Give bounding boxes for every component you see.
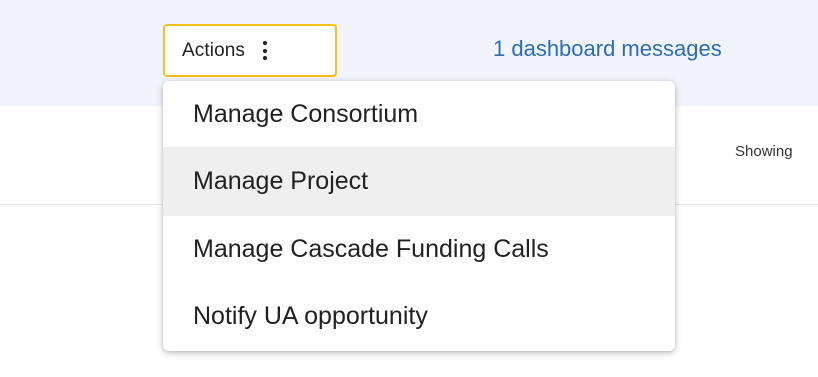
kebab-vertical-icon: [262, 41, 268, 60]
menu-item-manage-cascade-funding-calls[interactable]: Manage Cascade Funding Calls: [163, 216, 675, 283]
actions-dropdown-menu: Manage Consortium Manage Project Manage …: [163, 81, 675, 351]
showing-results-text: Showing: [735, 143, 793, 160]
actions-button-label: Actions: [182, 39, 246, 61]
actions-button[interactable]: Actions: [163, 24, 337, 77]
page: Actions 1 dashboard messages Showing Man…: [0, 0, 818, 377]
dashboard-messages-link[interactable]: 1 dashboard messages: [493, 36, 722, 62]
menu-item-notify-ua-opportunity[interactable]: Notify UA opportunity: [163, 283, 675, 349]
menu-item-manage-consortium[interactable]: Manage Consortium: [163, 81, 675, 147]
menu-item-manage-project[interactable]: Manage Project: [163, 147, 675, 216]
